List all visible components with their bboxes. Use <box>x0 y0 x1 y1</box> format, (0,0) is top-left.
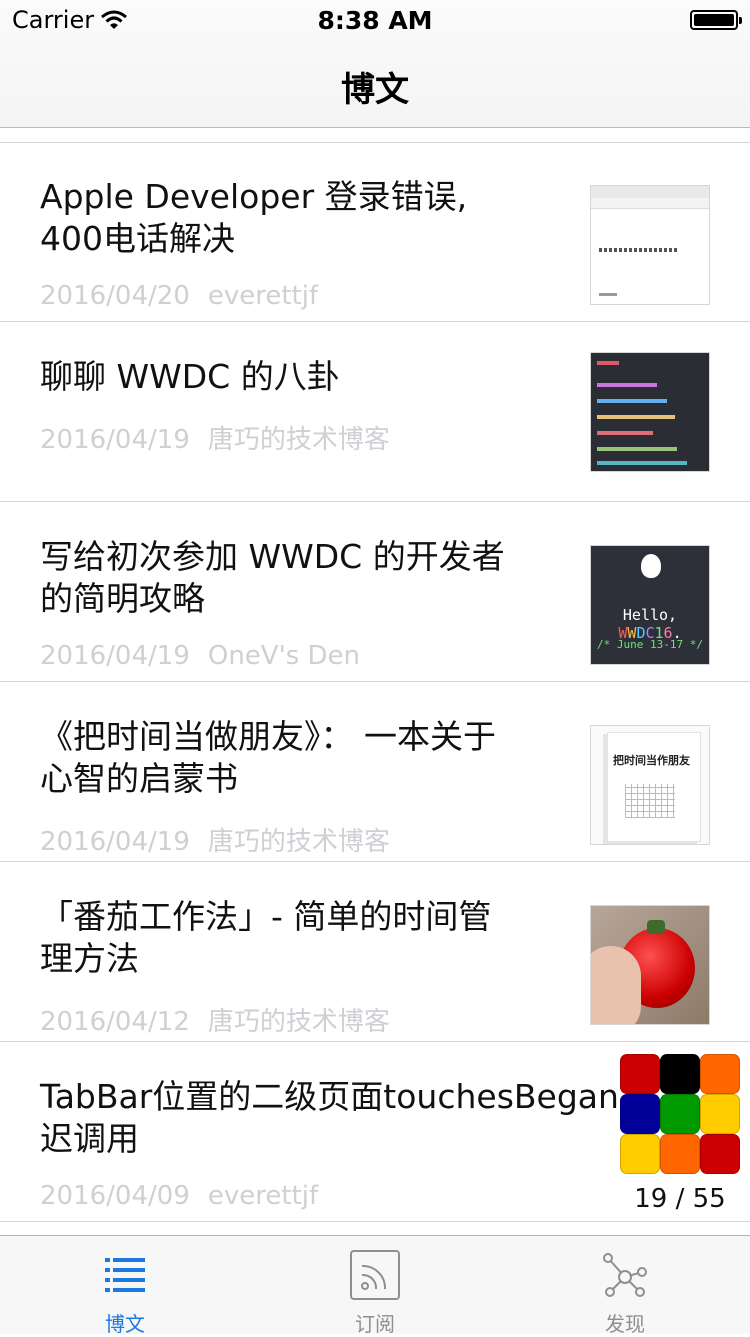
wwdc-poster-thumbnail: Hello, WWDC16. /* June 13-17 */ <box>590 545 710 665</box>
color-cell <box>700 1134 740 1174</box>
color-cell <box>660 1054 700 1094</box>
article-author: OneV's Den <box>207 641 361 671</box>
color-cell <box>660 1134 700 1174</box>
color-cell <box>620 1054 660 1094</box>
book-cover-thumbnail: 把时间当作朋友 <box>590 725 710 845</box>
article-author: everettjf <box>207 281 319 311</box>
page-counter: 19 / 55 <box>634 1184 726 1214</box>
tab-label: 发现 <box>605 1312 645 1336</box>
tab-subscribe[interactable]: 订阅 <box>250 1236 500 1336</box>
article-title: TabBar位置的二级页面touchesBegan 迟调用 <box>40 1077 619 1158</box>
article-title: 聊聊 WWDC 的八卦 <box>40 357 340 396</box>
color-cell <box>700 1094 740 1134</box>
color-cell <box>620 1134 660 1174</box>
article-meta: 2016/04/19 唐巧的技术博客 <box>40 821 390 858</box>
article-title: Apple Developer 登录错误, 400电话解决 <box>40 177 468 258</box>
article-meta: 2016/04/09 everettjf <box>40 1181 318 1211</box>
article-date: 2016/04/09 <box>40 1181 190 1211</box>
article-author: 唐巧的技术博客 <box>207 425 390 455</box>
list-item[interactable]: 《把时间当做朋友》： 一本关于 心智的启蒙书 2016/04/19 唐巧的技术博客… <box>0 682 750 862</box>
tab-blog[interactable]: 博文 <box>0 1236 250 1336</box>
tab-label: 订阅 <box>355 1312 395 1336</box>
article-author: everettjf <box>207 1181 319 1211</box>
apple-logo-icon <box>641 554 661 578</box>
article-author: 唐巧的技术博客 <box>207 827 390 857</box>
article-title: 「番茄工作法」- 简单的时间管 理方法 <box>40 897 492 978</box>
article-author: 唐巧的技术博客 <box>207 1007 390 1037</box>
article-meta: 2016/04/19 OneV's Den <box>40 641 360 671</box>
network-icon <box>603 1253 647 1297</box>
list-item-partial <box>0 128 750 143</box>
color-grid-overlay[interactable] <box>620 1054 742 1176</box>
color-cell <box>660 1094 700 1134</box>
article-date: 2016/04/19 <box>40 641 190 671</box>
wwdc-hello-text: Hello, WWDC16. <box>618 606 682 642</box>
rss-icon <box>350 1250 400 1300</box>
color-cell <box>620 1094 660 1134</box>
web-screenshot-thumbnail <box>590 185 710 305</box>
tab-discover[interactable]: 发现 <box>500 1236 750 1336</box>
article-date: 2016/04/19 <box>40 827 190 857</box>
tab-bar: 博文 订阅 发现 <box>0 1235 750 1336</box>
clock: 8:38 AM <box>317 6 433 35</box>
status-bar: Carrier 8:38 AM <box>0 0 750 40</box>
page-title: 博文 <box>341 70 409 110</box>
battery-icon <box>690 10 742 30</box>
color-cell <box>700 1054 740 1094</box>
list-icon <box>105 1258 145 1292</box>
article-title: 写给初次参加 WWDC 的开发者 的简明攻略 <box>40 537 505 618</box>
wwdc-date-text: /* June 13-17 */ <box>597 638 703 651</box>
article-date: 2016/04/19 <box>40 425 190 455</box>
article-date: 2016/04/12 <box>40 1007 190 1037</box>
book-title-text: 把时间当作朋友 <box>613 754 690 767</box>
article-meta: 2016/04/12 唐巧的技术博客 <box>40 1001 390 1038</box>
article-meta: 2016/04/19 唐巧的技术博客 <box>40 419 390 456</box>
list-item[interactable]: 聊聊 WWDC 的八卦 2016/04/19 唐巧的技术博客 <box>0 322 750 502</box>
article-date: 2016/04/20 <box>40 281 190 311</box>
article-meta: 2016/04/20 everettjf <box>40 281 318 311</box>
list-item[interactable]: Apple Developer 登录错误, 400电话解决 2016/04/20… <box>0 142 750 322</box>
article-title: 《把时间当做朋友》： 一本关于 心智的启蒙书 <box>40 717 496 798</box>
code-screenshot-thumbnail <box>590 352 710 472</box>
list-item[interactable]: 「番茄工作法」- 简单的时间管 理方法 2016/04/12 唐巧的技术博客 <box>0 862 750 1042</box>
tab-label: 博文 <box>105 1312 145 1336</box>
tomato-timer-thumbnail <box>590 905 710 1025</box>
list-item[interactable]: 写给初次参加 WWDC 的开发者 的简明攻略 2016/04/19 OneV's … <box>0 502 750 682</box>
